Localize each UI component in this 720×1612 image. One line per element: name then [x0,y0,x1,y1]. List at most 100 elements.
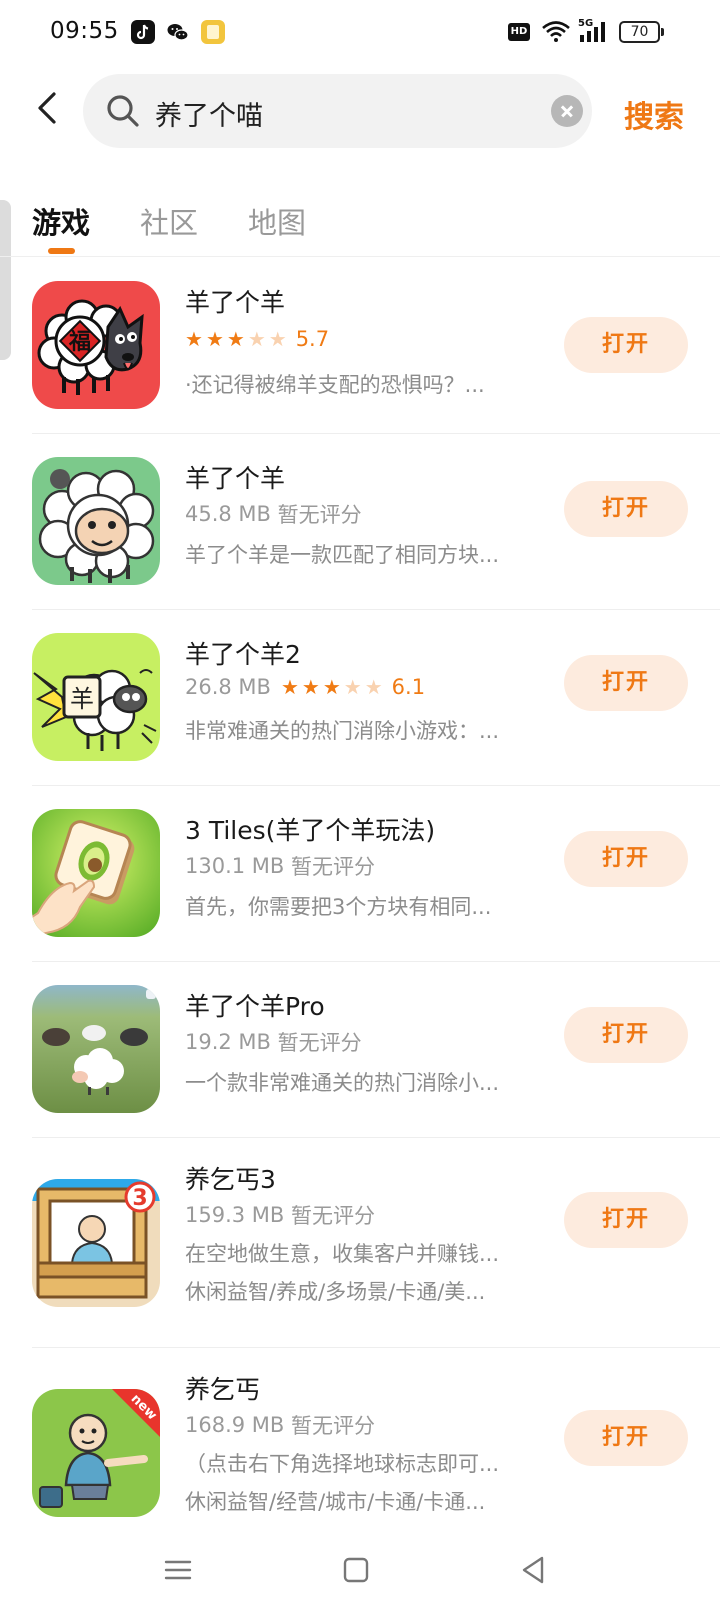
file-size: 130.1 MB [185,854,285,878]
game-tags: 休闲益智/养成/多场景/卡通/美... [185,1280,486,1304]
status-time: 09:55 [50,18,119,44]
game-description: ·还记得被绵羊支配的恐惧吗？... [185,373,485,397]
list-item[interactable]: new 养乞丐 168.9 MB 暂无评分 （点击右下角选择地球标志即可... … [0,1371,720,1531]
clear-icon[interactable] [551,95,583,127]
star-rating: ★ ★ ★ ★ ★ [281,677,386,697]
open-button[interactable]: 打开 [564,1410,688,1466]
star-icon: ★ [280,675,299,699]
home-icon[interactable] [336,1550,376,1590]
star-icon: ★ [301,675,320,699]
game-description: 在空地做生意，收集客户并赚钱... [185,1242,500,1266]
wifi-icon [541,19,571,47]
row-divider [32,785,720,786]
star-icon: ★ [268,327,287,351]
meta-row: 168.9 MB 暂无评分 [185,1410,375,1440]
tabs-divider [0,256,720,257]
game-tags: 休闲益智/经营/城市/卡通/卡通... [185,1490,486,1514]
file-size: 19.2 MB [185,1030,271,1054]
game-title: 羊了个羊2 [185,640,301,669]
wechat-icon [166,20,190,44]
no-rating-label: 暂无评分 [277,1031,362,1055]
battery-indicator: 70 [619,21,664,43]
file-size: 26.8 MB [185,675,271,699]
meta-row: 159.3 MB 暂无评分 [185,1200,375,1230]
rating-value: 5.7 [295,327,330,351]
tab-games[interactable]: 游戏 [32,200,90,242]
no-rating-label: 暂无评分 [291,1414,376,1438]
star-icon: ★ [364,675,383,699]
hd-badge: HD [508,23,530,41]
row-divider [32,609,720,610]
search-button[interactable]: 搜索 [624,92,684,136]
open-button[interactable]: 打开 [564,655,688,711]
search-input[interactable]: 养了个喵 [155,94,263,133]
meta-row: 130.1 MB 暂无评分 [185,851,375,881]
sheep-fortune-icon: 福 [32,281,160,409]
star-icon: ★ [205,327,224,351]
file-size: 168.9 MB [185,1413,285,1437]
beggar-stall-icon: 3 [32,1179,160,1307]
sheep-field-icon [32,985,160,1113]
beggar-new-icon: new [32,1389,160,1517]
open-button[interactable]: 打开 [564,481,688,537]
star-icon: ★ [247,327,266,351]
rating-value: 6.1 [391,675,426,699]
list-item[interactable]: 3 养乞丐3 159.3 MB 暂无评分 在空地做生意，收集客户并赚钱... 休… [0,1161,720,1337]
list-item[interactable]: 3 Tiles(羊了个羊玩法) 130.1 MB 暂无评分 首先，你需要把3个方… [0,809,720,961]
notes-icon [201,20,225,44]
game-title: 3 Tiles(羊了个羊玩法) [185,816,436,845]
game-description: 羊了个羊是一款匹配了相同方块... [185,543,500,567]
avocado-tile-icon [32,809,160,937]
meta-row: 45.8 MB 暂无评分 [185,499,362,529]
file-size: 45.8 MB [185,502,271,526]
game-description: 一个款非常难通关的热门消除小... [185,1071,500,1095]
svg-text:羊: 羊 [70,685,94,713]
tab-indicator [48,248,75,254]
meta-row: 19.2 MB 暂无评分 [185,1027,362,1057]
game-description: （点击右下角选择地球标志即可... [185,1452,500,1476]
list-item[interactable]: 福 羊了个羊 ★ ★ ★ ★ ★ 5.7 ·还记得被绵羊支配的恐惧吗？... 打开 [0,281,720,433]
network-label: 5G [578,18,593,29]
tab-community[interactable]: 社区 [140,200,198,242]
list-item[interactable]: 羊了个羊Pro 19.2 MB 暂无评分 一个款非常难通关的热门消除小... 打… [0,985,720,1137]
search-box[interactable]: 养了个喵 [83,74,592,148]
file-size: 159.3 MB [185,1203,285,1227]
list-item[interactable]: 羊 羊了个羊2 26.8 MB ★ ★ ★ ★ ★ 6.1 非常难通关的热门消除小游戏：… [0,633,720,785]
row-divider [32,1137,720,1138]
list-item[interactable]: 羊了个羊 45.8 MB 暂无评分 羊了个羊是一款匹配了相同方块... 打开 [0,457,720,609]
sheep-tile-icon: 羊 [32,633,160,761]
tab-map[interactable]: 地图 [248,200,306,242]
star-rating: ★ ★ ★ ★ ★ [185,329,290,349]
svg-text:福: 福 [68,330,91,355]
open-button[interactable]: 打开 [564,1192,688,1248]
open-button[interactable]: 打开 [564,1007,688,1063]
meta-row: 26.8 MB ★ ★ ★ ★ ★ 6.1 [185,675,425,699]
menu-icon[interactable] [158,1550,198,1590]
search-icon [105,93,141,133]
rating-row: ★ ★ ★ ★ ★ 5.7 [185,327,329,351]
back-triangle-icon[interactable] [514,1550,554,1590]
signal-icon: 5G [578,17,610,49]
open-button[interactable]: 打开 [564,831,688,887]
game-title: 养乞丐3 [185,1165,276,1194]
game-description: 首先，你需要把3个方块有相同... [185,895,492,919]
no-rating-label: 暂无评分 [291,855,376,879]
game-title: 养乞丐 [185,1375,261,1404]
status-bar: 09:55 HD 5G 70 [0,0,720,66]
star-icon: ★ [226,327,245,351]
game-title: 羊了个羊Pro [185,992,325,1021]
game-description: 非常难通关的热门消除小游戏：... [185,719,500,743]
open-button[interactable]: 打开 [564,317,688,373]
star-icon: ★ [185,327,203,351]
row-divider [32,433,720,434]
star-icon: ★ [322,675,341,699]
tiktok-icon [131,20,155,44]
no-rating-label: 暂无评分 [277,503,362,527]
white-sheep-icon [32,457,160,585]
chevron-left-icon [38,92,56,124]
navigation-bar [0,1538,720,1612]
no-rating-label: 暂无评分 [291,1204,376,1228]
row-divider [32,961,720,962]
game-title: 羊了个羊 [185,288,286,317]
back-button[interactable] [30,88,66,128]
